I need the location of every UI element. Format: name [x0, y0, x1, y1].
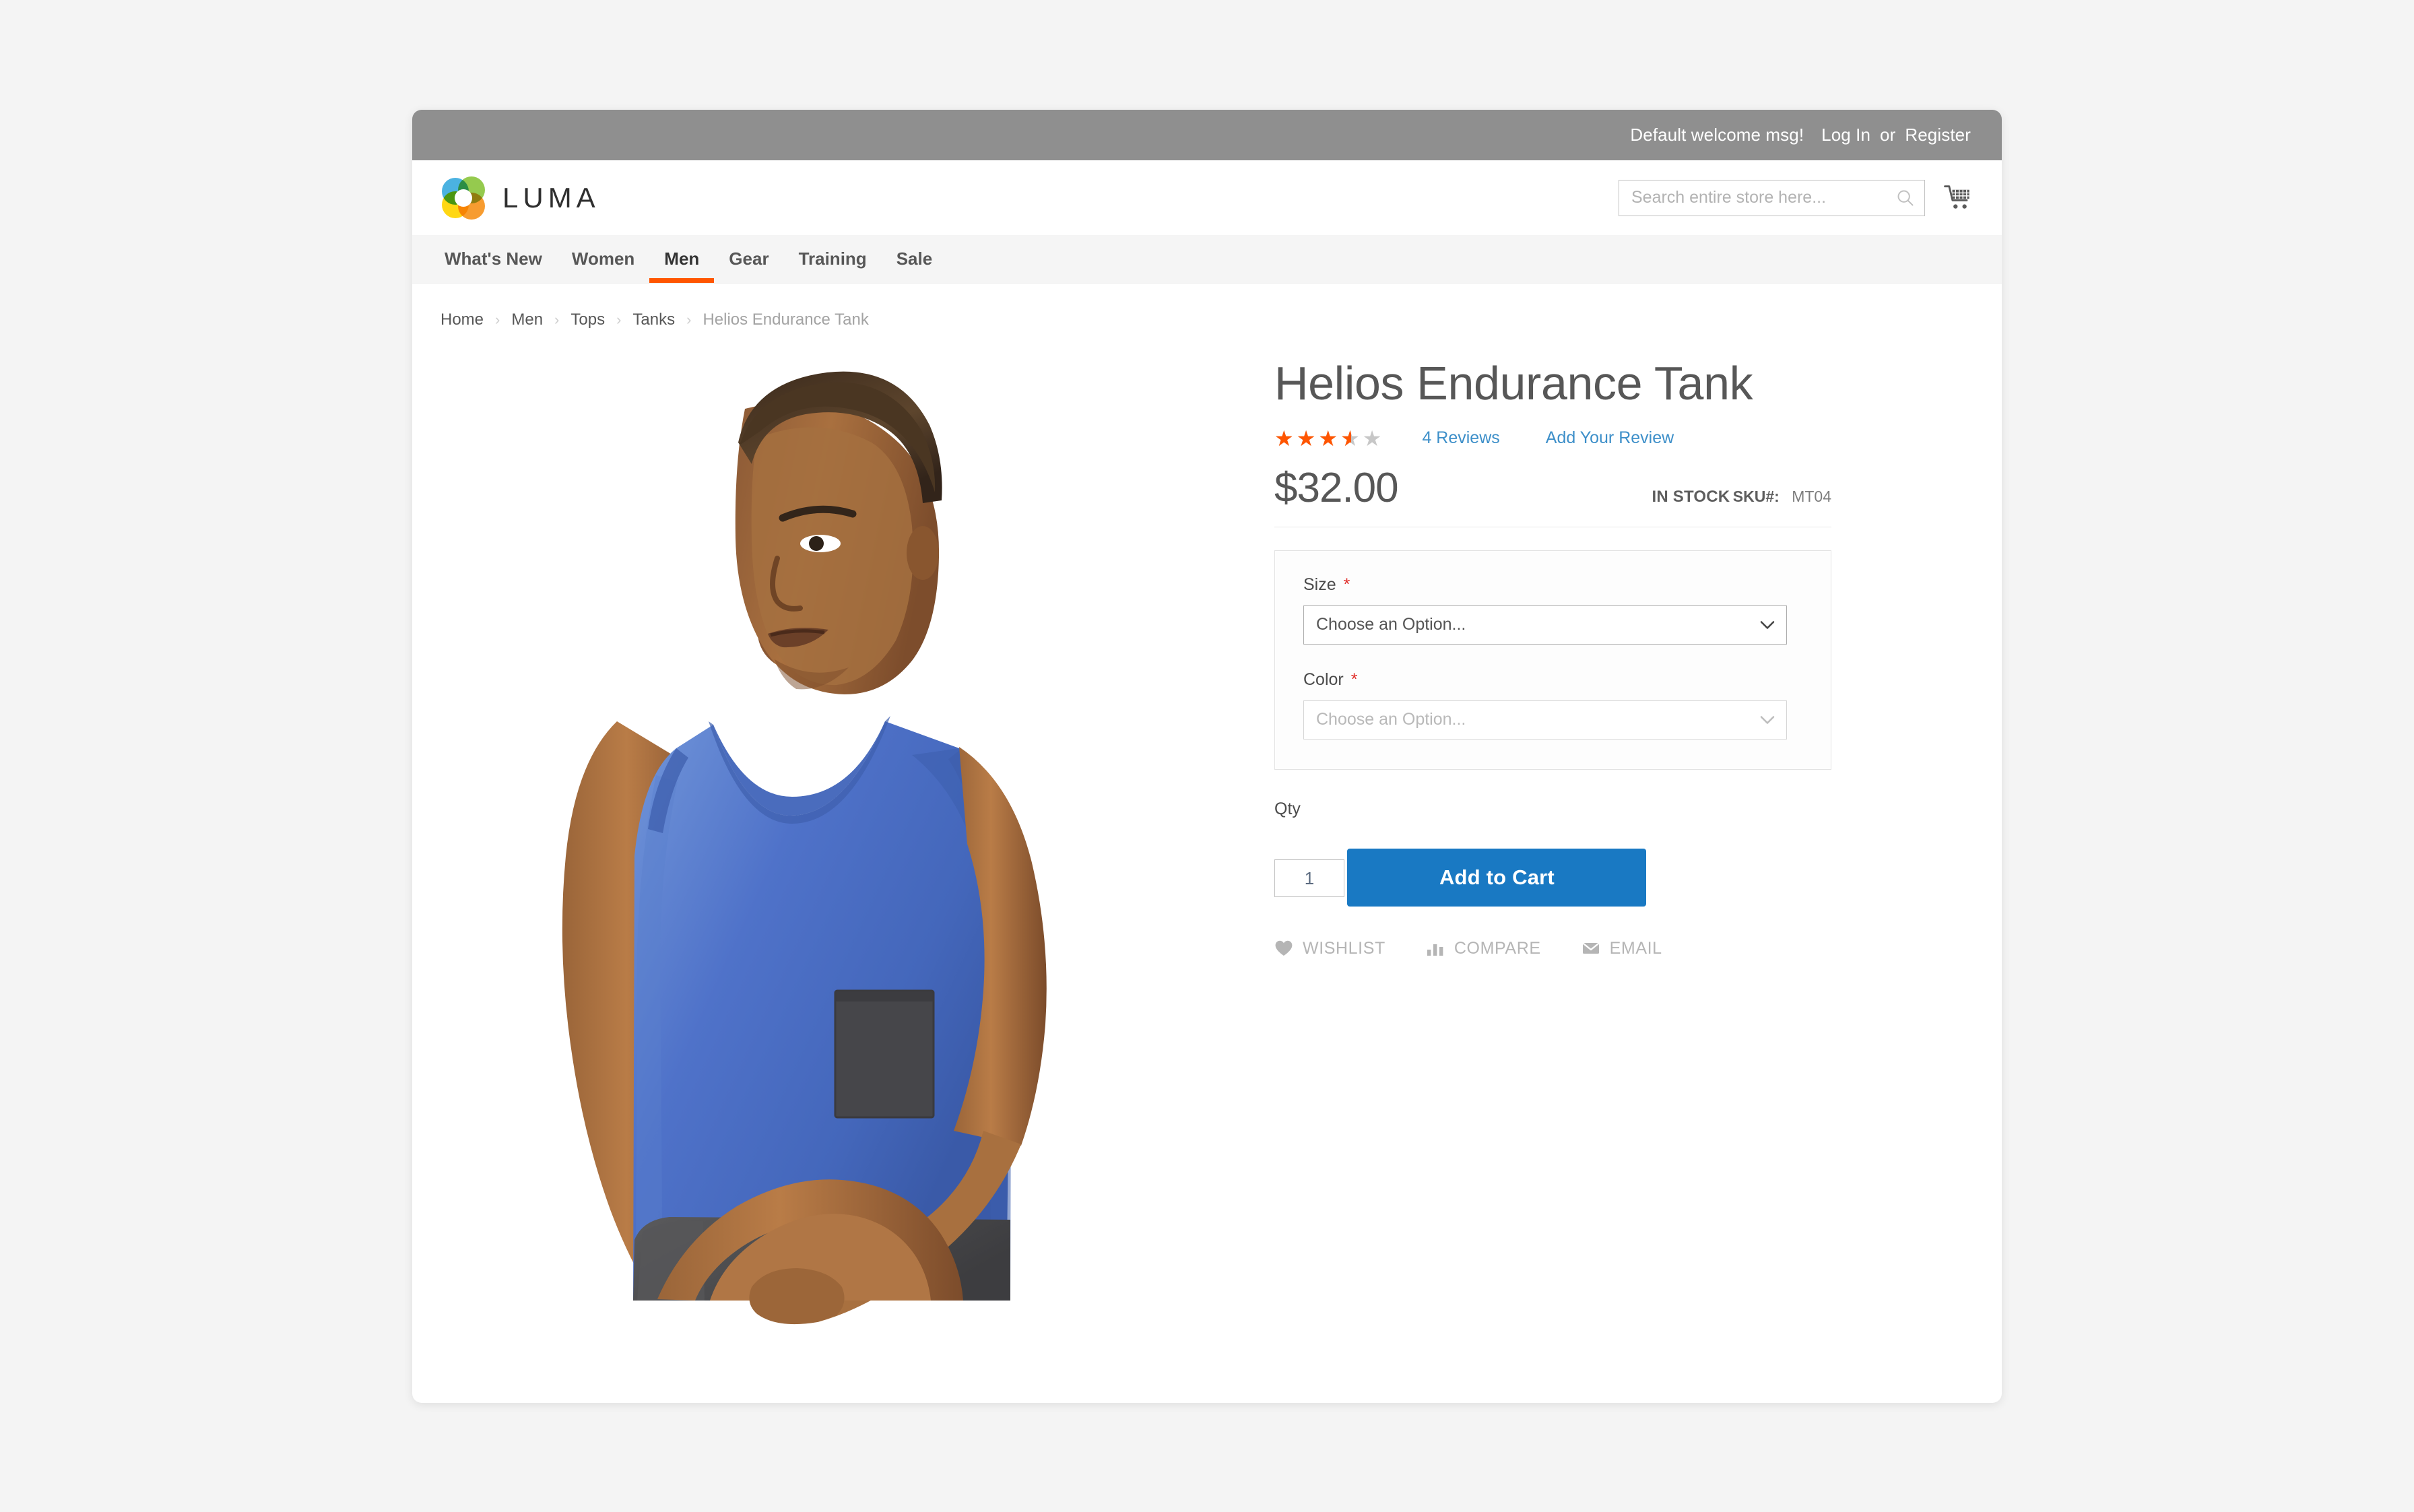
nav-item-whats-new[interactable]: What's New: [430, 235, 557, 283]
breadcrumb-item-tops[interactable]: Tops: [570, 310, 605, 329]
nav-item-label: Training: [798, 249, 867, 269]
shopping-cart-icon[interactable]: [1944, 183, 1973, 213]
search-input[interactable]: [1631, 188, 1896, 207]
breadcrumb-separator-icon: ›: [554, 311, 560, 328]
sku-label: SKU#:: [1732, 487, 1780, 505]
add-to-wishlist-link[interactable]: WISHLIST: [1274, 939, 1385, 958]
breadcrumb-item-current: Helios Endurance Tank: [703, 310, 869, 329]
chevron-down-icon[interactable]: [1760, 715, 1775, 724]
required-asterisk-icon: *: [1343, 574, 1350, 594]
required-asterisk-icon: *: [1350, 669, 1358, 689]
size-select-value: Choose an Option...: [1316, 615, 1466, 634]
nav-item-women[interactable]: Women: [557, 235, 649, 283]
welcome-message: Default welcome msg!: [1630, 125, 1804, 145]
reviews-count-link[interactable]: 4 Reviews: [1422, 428, 1499, 448]
size-label-text: Size: [1303, 574, 1336, 594]
size-label: Size *: [1303, 575, 1802, 595]
color-select-value: Choose an Option...: [1316, 710, 1466, 729]
envelope-icon: [1582, 942, 1600, 954]
header-right-group: [1619, 179, 1973, 216]
top-panel-links: Default welcome msg! Log In or Register: [1630, 125, 1971, 145]
sku-value: MT04: [1792, 487, 1831, 505]
wishlist-label: WISHLIST: [1303, 938, 1385, 958]
site-header: LUMA: [412, 160, 2002, 235]
luma-logo-icon: [442, 176, 485, 220]
nav-item-sale[interactable]: Sale: [882, 235, 948, 283]
heart-icon: [1275, 940, 1293, 956]
product-image[interactable]: [441, 344, 1222, 1327]
color-label-text: Color: [1303, 669, 1344, 689]
size-select[interactable]: Choose an Option...: [1303, 605, 1787, 645]
bar-chart-icon: [1427, 944, 1443, 956]
email-label: EMAIL: [1609, 938, 1662, 958]
logo-wordmark: LUMA: [502, 181, 600, 213]
breadcrumb-separator-icon: ›: [495, 311, 500, 328]
stock-block: IN STOCK SKU#: MT04: [1652, 488, 1832, 512]
color-select-wrap[interactable]: Choose an Option...: [1303, 700, 1787, 739]
color-label: Color *: [1303, 670, 1802, 690]
status-badge: IN STOCK: [1652, 487, 1730, 506]
register-link[interactable]: Register: [1905, 125, 1971, 145]
product-main: Helios Endurance Tank ★★★★★ ★★★★★ 4 Revi…: [412, 329, 2002, 1327]
breadcrumb-item-home[interactable]: Home: [441, 310, 484, 329]
product-info: Helios Endurance Tank ★★★★★ ★★★★★ 4 Revi…: [1222, 344, 1831, 958]
nav-item-gear[interactable]: Gear: [714, 235, 783, 283]
main-navigation: What's New Women Men Gear Training Sale: [412, 235, 2002, 284]
add-to-compare-link[interactable]: COMPARE: [1426, 939, 1541, 958]
rating-stars-filled: ★★★★★: [1274, 427, 1351, 449]
page-title: Helios Endurance Tank: [1274, 357, 1753, 409]
add-review-link[interactable]: Add Your Review: [1546, 428, 1674, 448]
qty-input[interactable]: [1274, 859, 1344, 897]
or-separator: or: [1880, 125, 1896, 145]
nav-item-training[interactable]: Training: [784, 235, 882, 283]
compare-label: COMPARE: [1454, 938, 1541, 958]
product-price: $32.00: [1274, 464, 1399, 511]
breadcrumb-separator-icon: ›: [616, 311, 622, 328]
email-friend-link[interactable]: EMAIL: [1581, 939, 1662, 958]
store-page-card: Default welcome msg! Log In or Register …: [412, 110, 2002, 1403]
size-select-wrap[interactable]: Choose an Option...: [1303, 605, 1787, 645]
breadcrumb-separator-icon: ›: [686, 311, 692, 328]
nav-item-label: Gear: [729, 249, 769, 269]
sku-line: SKU#: MT04: [1733, 488, 1831, 505]
breadcrumb-item-men[interactable]: Men: [511, 310, 543, 329]
search-icon[interactable]: [1896, 189, 1915, 207]
logo-link[interactable]: LUMA: [442, 176, 600, 220]
top-panel: Default welcome msg! Log In or Register: [412, 110, 2002, 160]
nav-item-label: What's New: [445, 249, 542, 269]
breadcrumb-item-tanks[interactable]: Tanks: [632, 310, 675, 329]
breadcrumb: Home › Men › Tops › Tanks › Helios Endur…: [412, 284, 2002, 329]
product-action-links: WISHLIST COMPARE EMAIL: [1274, 939, 1831, 958]
nav-item-label: Women: [571, 249, 635, 269]
product-options-box: Size * Choose an Option... Color * Choos…: [1274, 550, 1831, 770]
price-row: $32.00 IN STOCK SKU#: MT04: [1274, 464, 1831, 527]
qty-label: Qty: [1274, 799, 1301, 818]
search-box[interactable]: [1619, 179, 1925, 216]
nav-item-label: Men: [664, 249, 700, 269]
color-select[interactable]: Choose an Option...: [1303, 700, 1787, 739]
chevron-down-icon[interactable]: [1760, 620, 1775, 629]
nav-item-men[interactable]: Men: [649, 235, 715, 283]
nav-item-label: Sale: [896, 249, 933, 269]
rating-stars[interactable]: ★★★★★ ★★★★★: [1274, 428, 1384, 449]
add-to-cart-button[interactable]: Add to Cart: [1347, 848, 1647, 907]
rating-row: ★★★★★ ★★★★★ 4 Reviews Add Your Review: [1274, 428, 1831, 449]
page-background: Default welcome msg! Log In or Register …: [0, 0, 2414, 1512]
log-in-link[interactable]: Log In: [1821, 125, 1870, 145]
